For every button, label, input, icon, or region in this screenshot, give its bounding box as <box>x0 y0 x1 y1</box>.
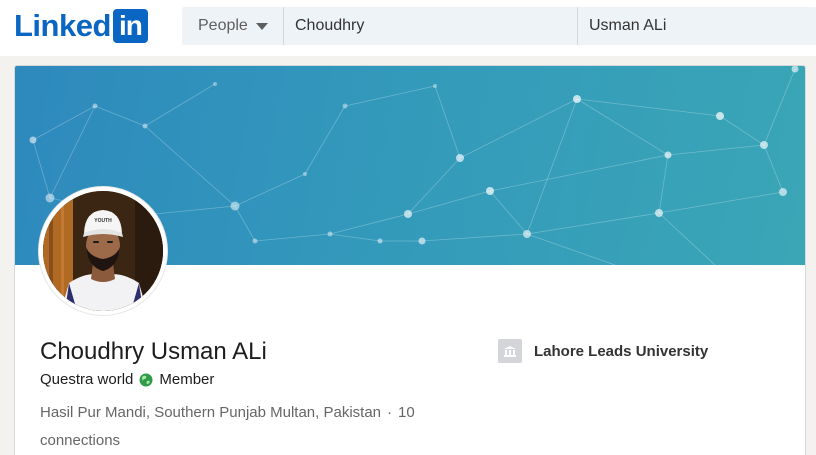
chevron-down-icon <box>255 22 268 30</box>
cap-text: YOUTH <box>94 218 112 224</box>
logo-in-box: in <box>112 9 148 43</box>
first-name-search-input[interactable] <box>284 7 578 45</box>
globe-icon <box>139 373 153 386</box>
profile-headline: Questra world Member <box>40 371 214 388</box>
headline-company: Questra world <box>40 371 134 388</box>
profile-photo[interactable]: YOUTH <box>39 187 167 315</box>
school-icon <box>498 339 522 363</box>
profile-location-line: Hasil Pur Mandi, Southern Punjab Multan,… <box>40 399 460 455</box>
separator-dot: · <box>387 404 393 421</box>
education-entry[interactable]: Lahore Leads University <box>498 339 708 363</box>
school-name: Lahore Leads University <box>534 342 709 360</box>
profile-name[interactable]: Choudhry Usman ALi <box>40 338 267 366</box>
search-scope-dropdown[interactable]: People <box>182 7 284 45</box>
profile-card: YOUTH Choudhry Usman ALi Questra world M… <box>14 65 806 455</box>
people-search-bar: People <box>182 7 816 45</box>
profile-location: Hasil Pur Mandi, Southern Punjab Multan,… <box>40 404 382 421</box>
logo-wordmark: Linked <box>14 8 111 43</box>
last-name-search-input[interactable] <box>578 7 816 45</box>
top-nav-bar: Linked in People <box>0 0 816 56</box>
linkedin-logo[interactable]: Linked in <box>14 8 148 43</box>
avatar-illustration: YOUTH <box>43 191 163 311</box>
search-scope-label: People <box>198 17 248 34</box>
headline-role: Member <box>159 371 215 388</box>
